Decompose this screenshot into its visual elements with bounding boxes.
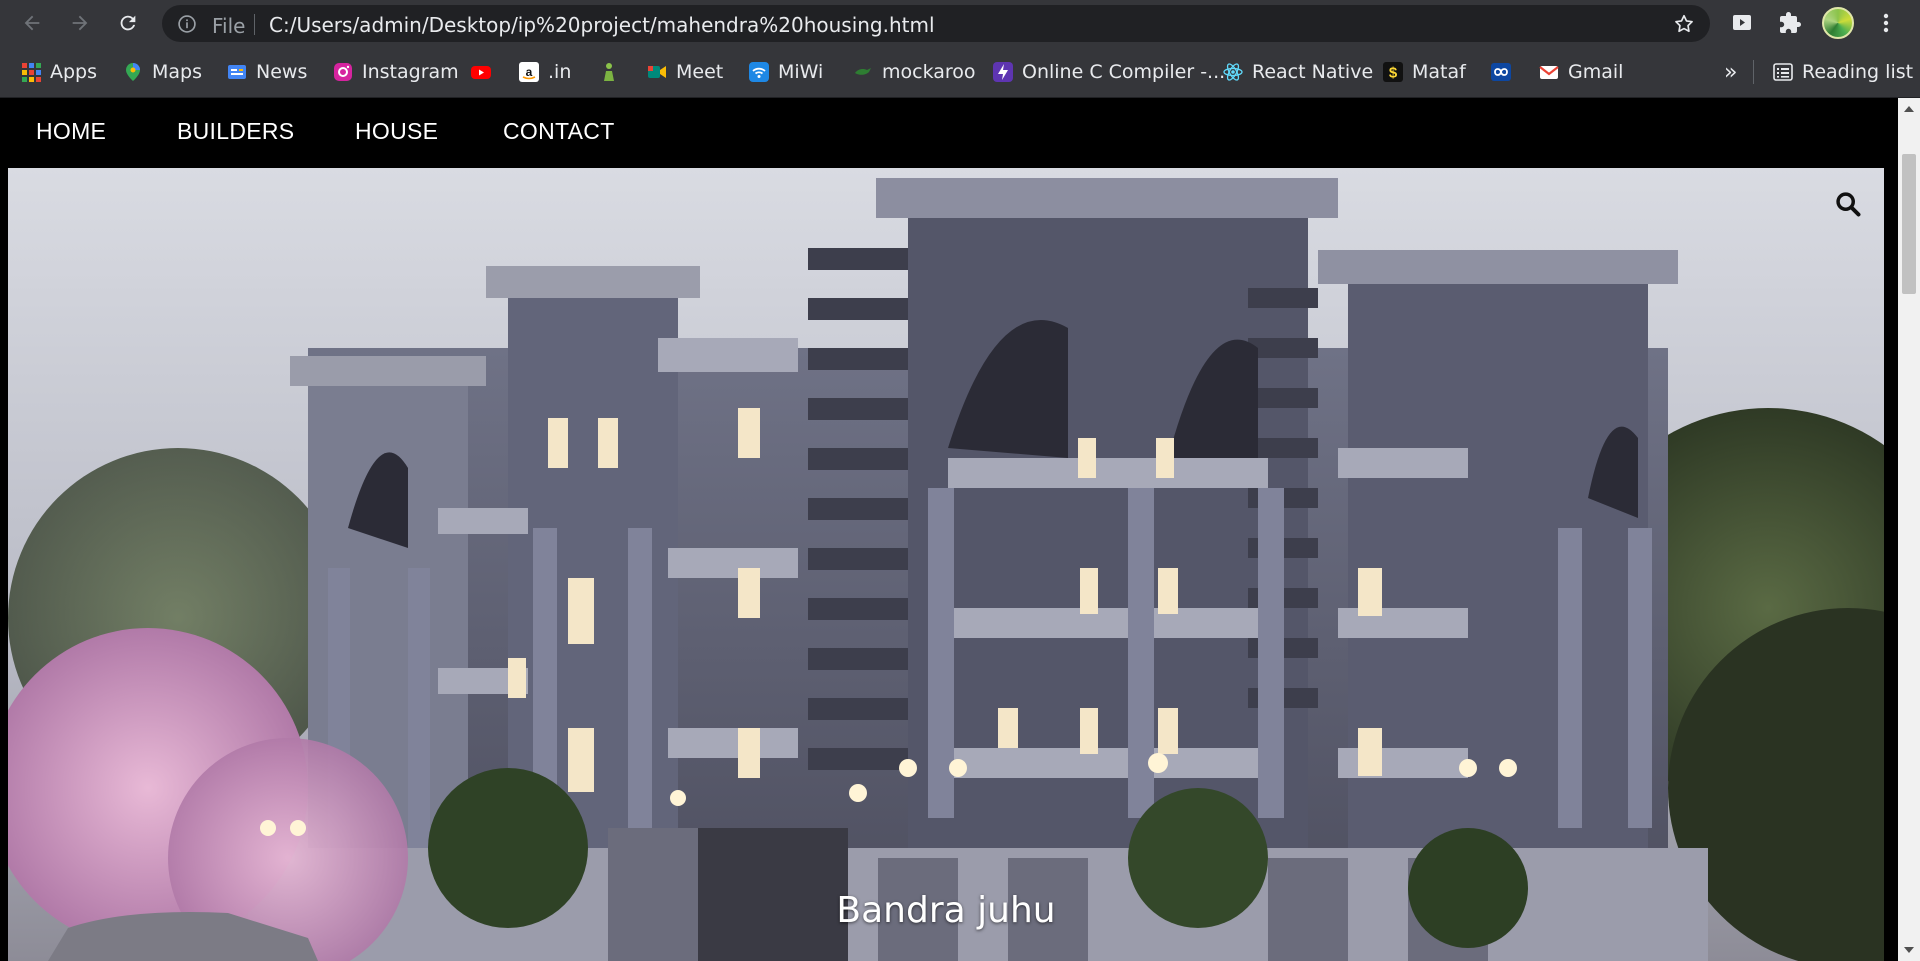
react-icon xyxy=(1222,61,1244,83)
bookmarks-bar: Apps Maps News Instagram a .in Meet MiWi… xyxy=(0,46,1920,98)
arrow-right-icon xyxy=(72,15,88,31)
bookmark-mataf[interactable]: $ Mataf xyxy=(1382,58,1466,86)
bookmark-instagram[interactable]: Instagram xyxy=(332,58,459,86)
svg-text:$: $ xyxy=(1389,65,1398,82)
page-scrollbar[interactable] xyxy=(1898,98,1920,961)
scroll-down-arrow-icon[interactable] xyxy=(1904,947,1914,953)
arrow-left-icon xyxy=(24,15,40,31)
bookmark-infinity[interactable] xyxy=(1490,58,1520,86)
bookmark-label: Apps xyxy=(50,61,98,83)
kebab-menu-icon xyxy=(1883,13,1889,33)
infinity-icon xyxy=(1490,61,1512,83)
extensions-button[interactable] xyxy=(1776,9,1804,37)
back-button[interactable] xyxy=(16,7,48,39)
bookmark-label: Instagram xyxy=(362,61,459,83)
reading-list-label: Reading list xyxy=(1802,61,1914,83)
nav-house-link[interactable]: HOUSE xyxy=(355,118,438,145)
bookmark-youtube[interactable] xyxy=(470,58,500,86)
apps-grid-icon xyxy=(20,61,42,83)
house-photo xyxy=(8,168,1884,961)
hero-caption: Bandra juhu xyxy=(836,890,1056,931)
bookmark-figure[interactable] xyxy=(598,58,628,86)
scroll-up-arrow-icon[interactable] xyxy=(1904,106,1914,112)
amazon-icon: a xyxy=(518,61,540,83)
bookmark-online-c-compiler[interactable]: Online C Compiler -... xyxy=(992,58,1225,86)
nav-home-link[interactable]: HOME xyxy=(36,118,106,145)
file-scheme-label: File xyxy=(212,14,246,38)
bookmark-maps[interactable]: Maps xyxy=(122,58,202,86)
bolt-icon xyxy=(992,61,1014,83)
forward-button[interactable] xyxy=(64,7,96,39)
bookmark-star-icon[interactable] xyxy=(1673,13,1695,35)
media-button[interactable] xyxy=(1728,9,1756,37)
bookmark-miwi[interactable]: MiWi xyxy=(748,58,823,86)
reading-list-icon xyxy=(1772,61,1794,83)
mockaroo-icon xyxy=(852,61,874,83)
nav-builders-link[interactable]: BUILDERS xyxy=(177,118,294,145)
gmail-icon xyxy=(1538,61,1560,83)
maps-pin-icon xyxy=(122,61,144,83)
site-navbar: HOME BUILDERS HOUSE CONTACT xyxy=(0,98,1898,168)
media-control-icon xyxy=(1733,15,1751,30)
bookmark-label: Meet xyxy=(676,61,724,83)
figure-icon xyxy=(598,61,620,83)
bookmark-label: News xyxy=(256,61,308,83)
scrollbar-thumb[interactable] xyxy=(1902,154,1916,294)
bookmark-label: Gmail xyxy=(1568,61,1624,83)
profile-avatar[interactable] xyxy=(1822,7,1854,39)
bookmark-meet[interactable]: Meet xyxy=(646,58,723,86)
hero-banner: Bandra juhu xyxy=(8,168,1884,961)
bookmark-news[interactable]: News xyxy=(226,58,307,86)
address-bar[interactable]: File C:/Users/admin/Desktop/ip%20project… xyxy=(162,5,1710,42)
url-text[interactable]: C:/Users/admin/Desktop/ip%20project/mahe… xyxy=(269,13,935,37)
dollar-icon: $ xyxy=(1382,61,1404,83)
reload-icon xyxy=(120,15,136,31)
reload-button[interactable] xyxy=(112,7,144,39)
menu-button[interactable] xyxy=(1872,9,1900,37)
meet-icon xyxy=(646,61,668,83)
bookmarks-overflow-button[interactable]: » xyxy=(1724,58,1737,86)
reading-list-button[interactable]: Reading list xyxy=(1772,58,1913,86)
youtube-icon xyxy=(470,61,492,83)
bookmark-gmail[interactable]: Gmail xyxy=(1538,58,1623,86)
instagram-icon xyxy=(332,61,354,83)
bookmark-amazon[interactable]: a .in xyxy=(518,58,571,86)
bookmark-label: React Native xyxy=(1252,61,1374,83)
bookmark-label: MiWi xyxy=(778,61,824,83)
wifi-icon xyxy=(748,61,770,83)
bookmark-mockaroo[interactable]: mockaroo xyxy=(852,58,976,86)
overflow-chevron-icon: » xyxy=(1724,59,1738,85)
bookmarks-separator xyxy=(1753,60,1754,84)
bookmark-react-native[interactable]: React Native xyxy=(1222,58,1373,86)
bookmark-label: Online C Compiler -... xyxy=(1022,61,1226,83)
news-icon xyxy=(226,61,248,83)
nav-contact-link[interactable]: CONTACT xyxy=(503,118,615,145)
bookmark-label: Mataf xyxy=(1412,61,1466,83)
search-icon[interactable] xyxy=(1834,190,1862,218)
bookmark-label: Maps xyxy=(152,61,202,83)
bookmark-label: .in xyxy=(548,61,572,83)
bookmark-label: mockaroo xyxy=(882,61,976,83)
svg-text:a: a xyxy=(526,65,533,79)
info-icon[interactable] xyxy=(177,14,197,34)
page-viewport: HOME BUILDERS HOUSE CONTACT Bandra juhu xyxy=(0,98,1920,961)
puzzle-icon xyxy=(1780,12,1801,33)
bookmark-apps[interactable]: Apps xyxy=(20,58,97,86)
browser-toolbar: File C:/Users/admin/Desktop/ip%20project… xyxy=(0,0,1920,46)
omnibox-divider xyxy=(254,14,255,35)
